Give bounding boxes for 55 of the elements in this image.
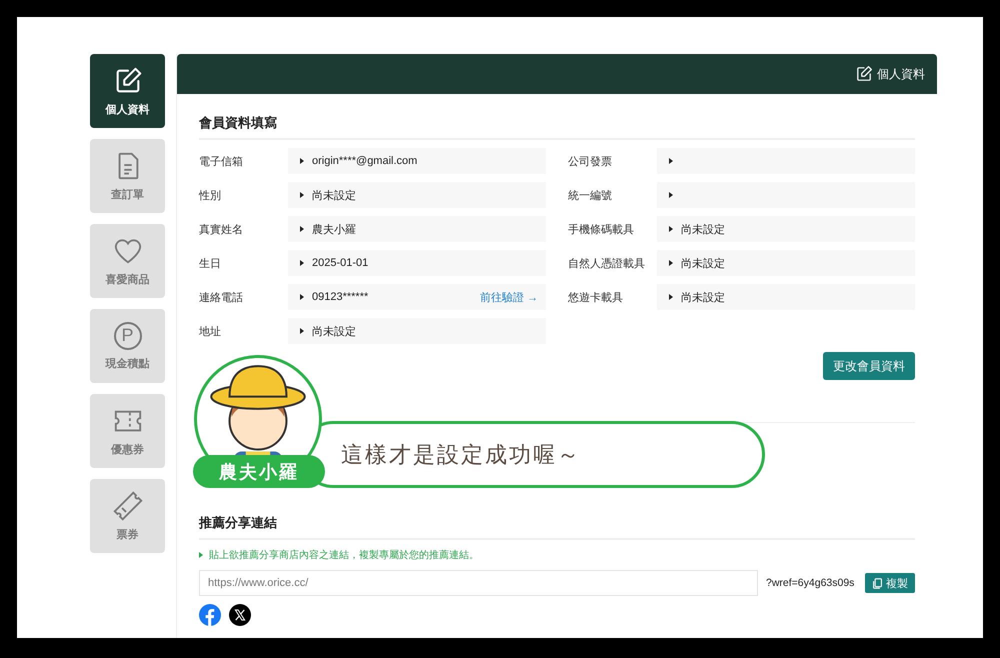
sidebar-item[interactable]: 喜愛商品 bbox=[90, 224, 165, 298]
field-value: 09123****** bbox=[312, 291, 368, 303]
hint-text: 貼上欲推薦分享商店內容之連結，複製專屬於您的推薦連結。 bbox=[209, 548, 479, 562]
x-share-icon[interactable] bbox=[229, 604, 251, 626]
field-value: 尚未設定 bbox=[681, 256, 725, 270]
field-label: 真實姓名 bbox=[199, 222, 244, 236]
edit-icon bbox=[855, 65, 873, 83]
sidebar-item[interactable]: 優惠券 bbox=[90, 394, 165, 468]
url-input-field[interactable]: https://www.orice.cc/ bbox=[199, 570, 758, 596]
field-value: 2025-01-01 bbox=[312, 257, 368, 269]
field-label: 公司發票 bbox=[568, 154, 613, 168]
caret-icon bbox=[300, 260, 304, 266]
caret-icon bbox=[300, 226, 304, 232]
copy-button[interactable]: 複製 bbox=[865, 573, 915, 593]
field-value: 尚未設定 bbox=[312, 324, 356, 338]
header-title: 個人資料 bbox=[877, 66, 925, 82]
field-value: origin****@gmail.com bbox=[312, 155, 418, 167]
edit-profile-button[interactable]: 更改會員資料 bbox=[823, 352, 915, 380]
field-label: 悠遊卡載具 bbox=[568, 290, 624, 304]
field-label: 連絡電話 bbox=[199, 290, 244, 304]
field-value: 農夫小羅 bbox=[312, 222, 356, 236]
bullet-icon bbox=[199, 552, 203, 558]
sidebar-item[interactable]: 票券 bbox=[90, 479, 165, 553]
caret-icon bbox=[300, 294, 304, 300]
field-value: 尚未設定 bbox=[681, 222, 725, 236]
caret-icon bbox=[669, 192, 673, 198]
sidebar-item[interactable]: P 現金積點 bbox=[90, 309, 165, 383]
caret-icon bbox=[669, 260, 673, 266]
field-label: 性別 bbox=[199, 188, 222, 202]
caret-icon bbox=[669, 158, 673, 164]
caret-icon bbox=[300, 328, 304, 334]
copy-icon bbox=[872, 578, 883, 588]
field-label: 地址 bbox=[199, 324, 222, 338]
field-label: 自然人憑證載具 bbox=[568, 256, 646, 270]
field-value: 尚未設定 bbox=[312, 188, 356, 202]
ticket-icon bbox=[112, 490, 142, 520]
caret-icon bbox=[300, 192, 304, 198]
field-label: 統一編號 bbox=[568, 188, 613, 202]
caret-icon bbox=[669, 226, 673, 232]
field-label: 生日 bbox=[199, 256, 222, 270]
section-title: 會員資料填寫 bbox=[199, 114, 915, 140]
referral-code: ?wref=6y4g63s09s bbox=[766, 577, 854, 589]
sidebar-item[interactable]: 查訂單 bbox=[90, 139, 165, 213]
character-name: 農夫小羅 bbox=[193, 455, 325, 488]
field-label: 手機條碼載具 bbox=[568, 222, 635, 236]
points-icon: P bbox=[114, 322, 142, 350]
caret-icon bbox=[300, 158, 304, 164]
field-value: 尚未設定 bbox=[681, 290, 725, 304]
field-label: 電子信箱 bbox=[199, 154, 244, 168]
sidebar-item[interactable]: 個人資料 bbox=[90, 54, 165, 128]
verify-link[interactable]: 前往驗證 → bbox=[480, 290, 538, 304]
facebook-share-icon[interactable] bbox=[199, 604, 221, 626]
caret-icon bbox=[669, 294, 673, 300]
speech-text: 這樣才是設定成功喔～ bbox=[341, 440, 581, 468]
section-title: 推薦分享連結 bbox=[199, 514, 915, 540]
